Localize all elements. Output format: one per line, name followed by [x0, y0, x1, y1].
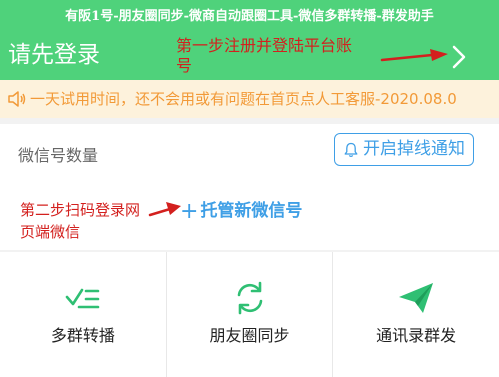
annotation-arrow-icon: [148, 202, 181, 217]
login-title[interactable]: 请先登录: [8, 39, 100, 71]
broadcast-list-icon: [65, 288, 100, 309]
send-icon: [399, 283, 434, 313]
add-wechat-account-label: 托管新微信号: [200, 201, 303, 221]
feature-group-broadcast-label: 多群转播: [50, 326, 115, 345]
feature-grid: 多群转播 朋友圈同步 通讯录群发: [0, 252, 499, 377]
notice-bar: 一天试用时间，还不会用或有问题在首页点人工客服-2020.08.0: [0, 80, 499, 118]
plus-icon: +: [180, 199, 199, 224]
feature-group-broadcast[interactable]: 多群转播: [0, 252, 167, 377]
notice-text: 一天试用时间，还不会用或有问题在首页点人工客服-2020.08.0: [30, 90, 457, 108]
enable-offline-notify-button[interactable]: 开启掉线通知: [334, 133, 474, 166]
feature-moments-sync[interactable]: 朋友圈同步: [167, 252, 334, 377]
chevron-right-icon[interactable]: [447, 43, 471, 71]
bell-icon: [344, 142, 358, 158]
add-account-row: 第二步扫码登录网页端微信 + 托管新微信号: [0, 180, 499, 250]
enable-offline-notify-label: 开启掉线通知: [363, 139, 465, 159]
speaker-icon: [8, 91, 26, 107]
feature-contacts-mass-send-label: 通讯录群发: [376, 326, 457, 345]
sync-icon: [237, 281, 262, 315]
annotation-step-1: 第一步注册并登陆平台账号: [176, 38, 353, 75]
feature-moments-sync-label: 朋友圈同步: [209, 326, 290, 345]
app-screen: 有阪1号-朋友圈同步-微商自动跟圈工具-微信多群转播-群发助手 请先登录 第一步…: [0, 0, 499, 377]
annotation-step-2: 第二步扫码登录网页端微信: [20, 202, 141, 241]
feature-contacts-mass-send[interactable]: 通讯录群发: [333, 252, 499, 377]
add-wechat-account-link[interactable]: + 托管新微信号: [180, 196, 302, 224]
title-banner: 有阪1号-朋友圈同步-微商自动跟圈工具-微信多群转播-群发助手: [0, 0, 499, 33]
account-count-label: 微信号数量: [18, 146, 99, 165]
annotation-arrow-icon: [380, 49, 448, 62]
account-count-row: 微信号数量 开启掉线通知: [0, 124, 499, 180]
